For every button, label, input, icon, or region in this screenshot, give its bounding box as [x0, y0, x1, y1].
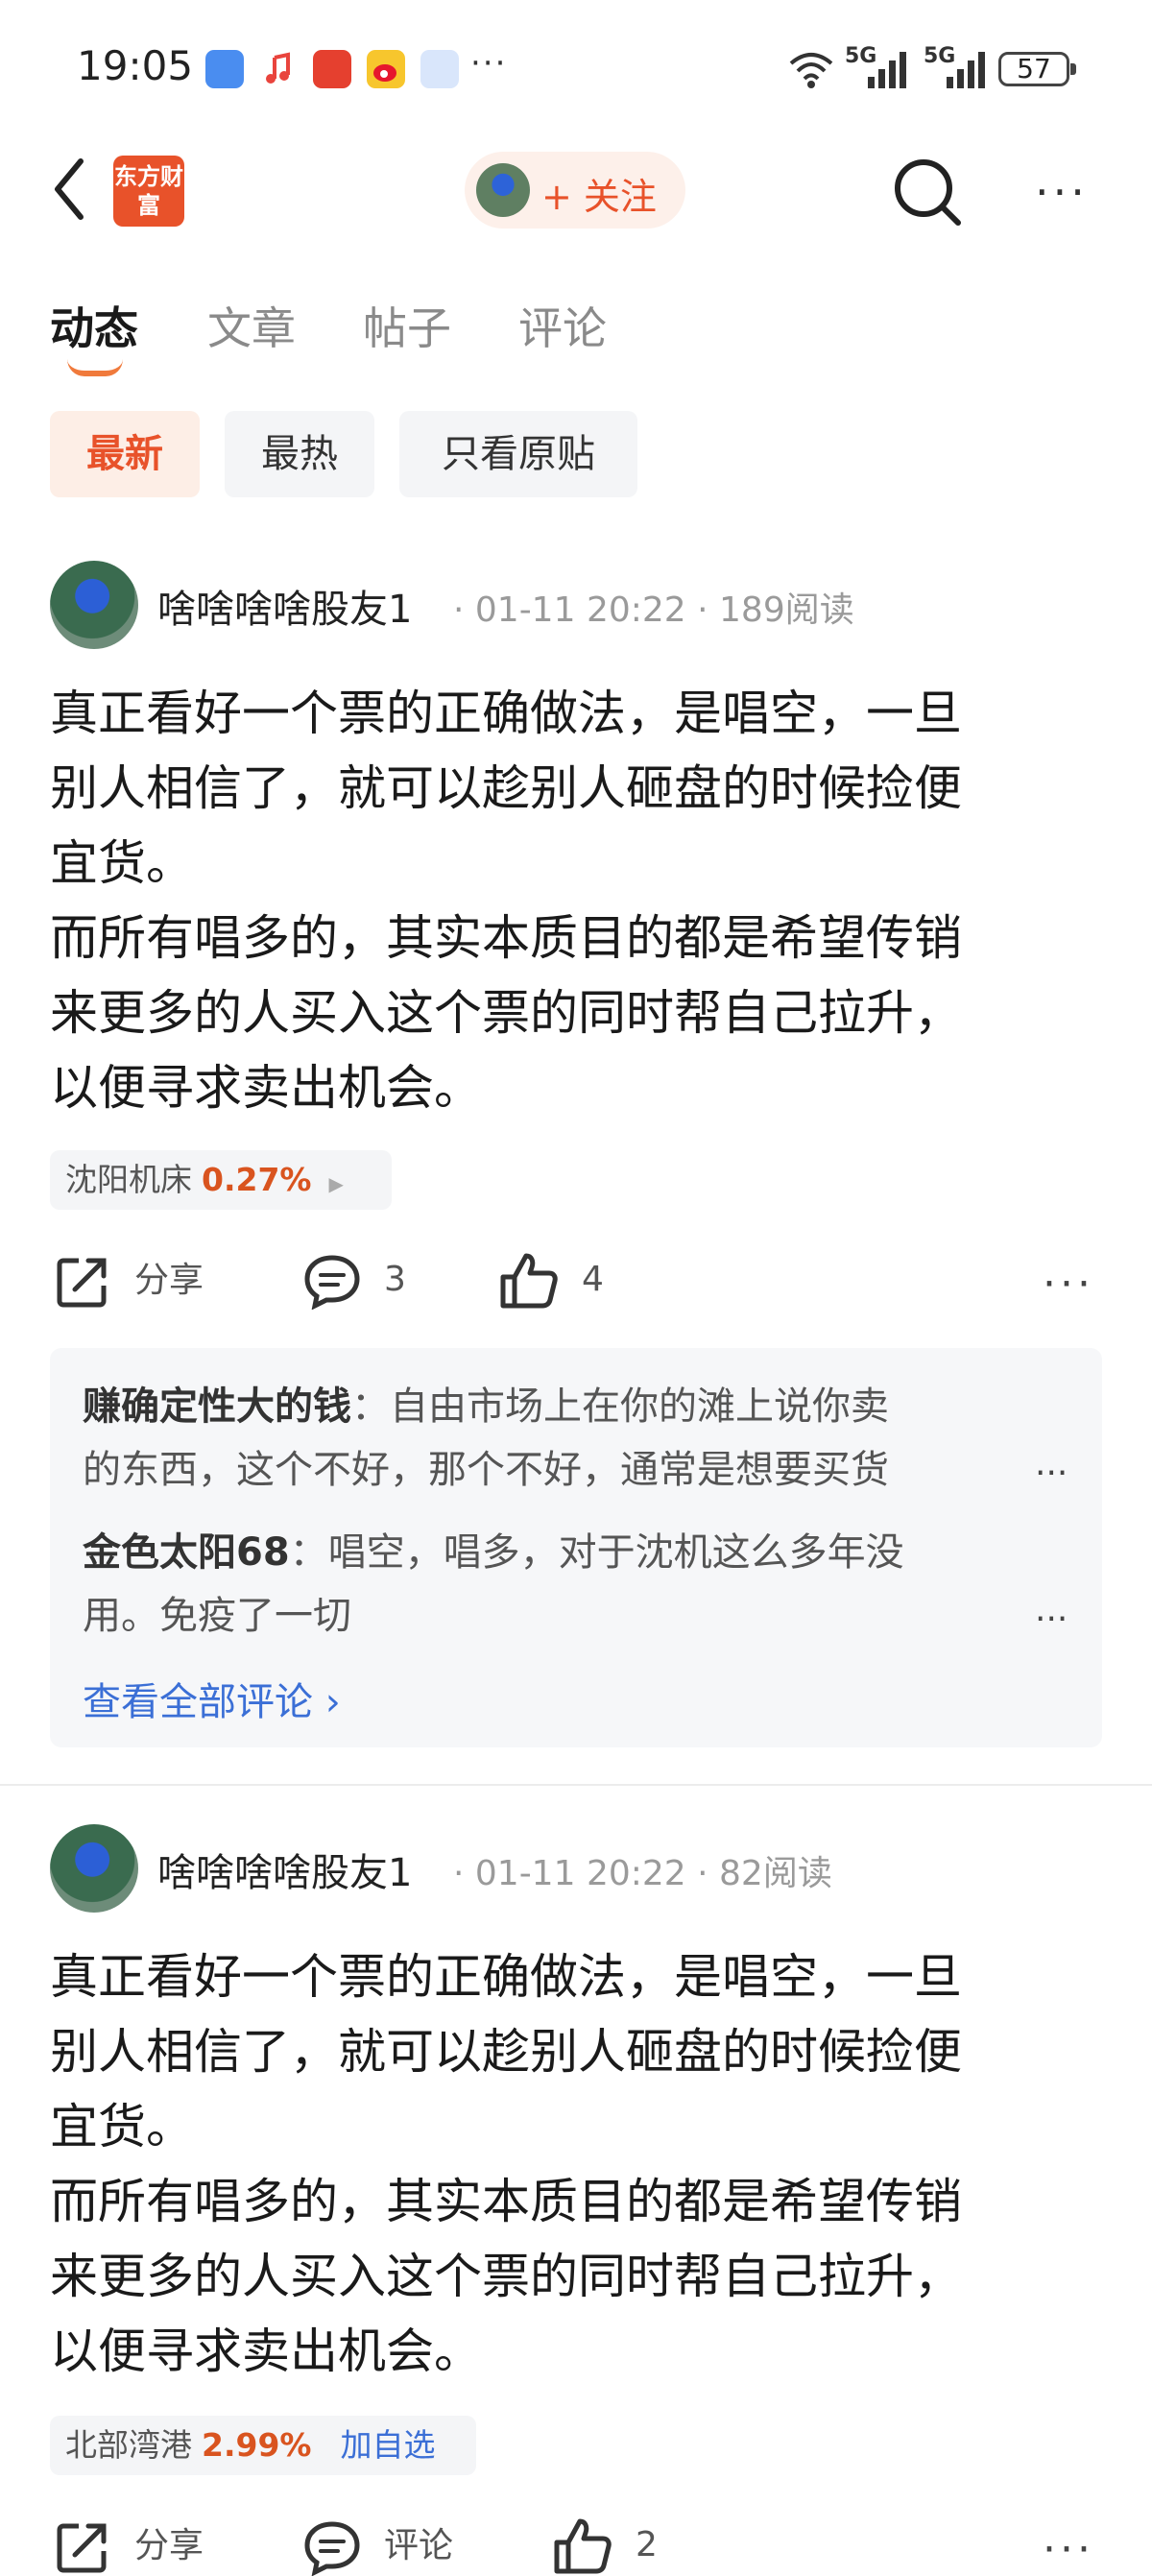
like-count: 4 — [582, 1260, 604, 1299]
post-line: 别人相信了，就可以趁别人砸盘的时候捡便 — [50, 2024, 962, 2080]
comment-user[interactable]: 金色太阳68 — [83, 1530, 290, 1575]
signal-icon-2 — [947, 52, 985, 88]
search-icon[interactable] — [891, 156, 964, 229]
post-line: 别人相信了，就可以趁别人砸盘的时候捡便 — [50, 760, 962, 816]
post-more-icon[interactable]: ··· — [1043, 2525, 1094, 2574]
post-line: 真正看好一个票的正确做法，是唱空，一旦 — [50, 1949, 962, 2005]
like-button[interactable]: 2 — [553, 2517, 658, 2575]
more-options-icon[interactable]: ··· — [1035, 170, 1089, 214]
tab-comments[interactable]: 评论 — [518, 294, 607, 357]
post-body[interactable]: 真正看好一个票的正确做法，是唱空，一旦 别人相信了，就可以趁别人砸盘的时候捡便 … — [50, 1939, 1116, 2389]
tab-posts[interactable]: 帖子 — [363, 294, 451, 357]
post-line: 以便寻求卖出机会。 — [50, 2323, 482, 2379]
comment-ellipsis: ... — [1035, 1590, 1068, 1629]
stock-tag[interactable]: 北部湾港 2.99% 加自选 — [50, 2416, 476, 2475]
follow-label: + 关注 — [541, 176, 657, 218]
thumbs-up-icon — [500, 1253, 558, 1309]
comment-text: ：唱空，唱多，对于沈机这么多年没 — [289, 1530, 904, 1575]
thumbs-up-icon — [554, 2518, 612, 2574]
comment-user[interactable]: 赚确定性大的钱 — [83, 1384, 351, 1429]
comment-text-cont: 用。免疫了一切 — [83, 1594, 351, 1638]
comment-item[interactable]: 金色太阳68：唱空，唱多，对于沈机这么多年没 用。免疫了一切 — [83, 1521, 1043, 1648]
post-author[interactable]: 啥啥啥啥股友1 — [157, 578, 412, 634]
comment-item[interactable]: 赚确定性大的钱：自由市场上在你的滩上说你卖 的东西，这个不好，那个不好，通常是想… — [83, 1375, 1043, 1502]
filter-latest[interactable]: 最新 — [50, 411, 200, 497]
post-line: 而所有唱多的，其实本质目的都是希望传销 — [50, 910, 962, 966]
share-label: 分享 — [134, 1261, 204, 1300]
post-avatar[interactable] — [50, 561, 138, 649]
comment-label: 评论 — [384, 2526, 454, 2565]
post-body[interactable]: 真正看好一个票的正确做法，是唱空，一旦 别人相信了，就可以趁别人砸盘的时候捡便 … — [50, 676, 1116, 1125]
comment-count: 3 — [384, 1260, 406, 1299]
view-all-comments-link[interactable]: 查看全部评论 › — [83, 1671, 341, 1726]
post-line: 来更多的人买入这个票的同时帮自己拉升， — [50, 2249, 962, 2304]
wifi-icon — [789, 53, 833, 88]
comment-button[interactable]: 评论 — [303, 2517, 453, 2576]
post-avatar[interactable] — [50, 1824, 138, 1913]
weibo-icon — [367, 50, 405, 88]
music-icon — [259, 50, 298, 88]
post-author[interactable]: 啥啥啥啥股友1 — [157, 1842, 412, 1897]
eastmoney-logo: 东方财富 — [113, 156, 184, 227]
stock-change: 2.99% — [202, 2426, 312, 2464]
stock-name: 北部湾港 — [65, 2426, 192, 2464]
battery-indicator: 57 — [998, 52, 1076, 86]
add-watchlist-link[interactable]: 加自选 — [341, 2426, 436, 2464]
tab-articles[interactable]: 文章 — [207, 294, 296, 357]
like-count: 2 — [636, 2525, 658, 2564]
post-line: 而所有唱多的，其实本质目的都是希望传销 — [50, 2174, 962, 2229]
user-avatar — [476, 163, 530, 217]
post-meta: · 01-11 20:22 · 189阅读 — [453, 590, 854, 630]
post-more-icon[interactable]: ··· — [1043, 1260, 1094, 1309]
stock-name: 沈阳机床 — [65, 1161, 192, 1198]
cloud-face-icon — [420, 50, 459, 88]
post-line: 宜货。 — [50, 2099, 194, 2155]
post-divider — [0, 1784, 1152, 1786]
comment-ellipsis: ... — [1035, 1444, 1068, 1483]
share-icon — [57, 2523, 107, 2573]
tab-dynamics[interactable]: 动态 — [50, 294, 138, 357]
follow-button[interactable]: + 关注 — [465, 152, 685, 229]
like-button[interactable]: 4 — [499, 1252, 604, 1310]
filter-original-only[interactable]: 只看原贴 — [399, 411, 637, 497]
share-button[interactable]: 分享 — [54, 2517, 204, 2576]
post-line: 以便寻求卖出机会。 — [50, 1060, 482, 1116]
comment-preview: 赚确定性大的钱：自由市场上在你的滩上说你卖 的东西，这个不好，那个不好，通常是想… — [50, 1348, 1102, 1747]
share-button[interactable]: 分享 — [54, 1252, 204, 1311]
post-line: 真正看好一个票的正确做法，是唱空，一旦 — [50, 686, 962, 741]
comment-text: ：自由市场上在你的滩上说你卖 — [351, 1384, 889, 1429]
comment-text-cont: 的东西，这个不好，那个不好，通常是想要买货 — [83, 1448, 889, 1492]
post-meta: · 01-11 20:22 · 82阅读 — [453, 1854, 832, 1893]
cloud-app-icon — [205, 50, 244, 88]
back-arrow-icon[interactable] — [50, 156, 88, 223]
status-more-dots: ··· — [470, 44, 508, 83]
stock-arrow-icon: ▶ — [328, 1172, 344, 1195]
signal-icon-1 — [868, 52, 906, 88]
status-time: 19:05 — [77, 42, 194, 89]
filter-hottest[interactable]: 最热 — [225, 411, 374, 497]
stock-change: 0.27% — [202, 1161, 312, 1198]
comment-icon — [304, 2521, 360, 2576]
share-label: 分享 — [134, 2526, 204, 2565]
share-icon — [57, 1258, 107, 1308]
active-tab-indicator — [67, 359, 123, 376]
comment-button[interactable]: 3 — [303, 1252, 406, 1310]
post-line: 来更多的人买入这个票的同时帮自己拉升， — [50, 985, 962, 1041]
stock-tag[interactable]: 沈阳机床 0.27% ▶ — [50, 1150, 392, 1210]
shopping-app-icon — [313, 50, 351, 88]
post-line: 宜货。 — [50, 835, 194, 891]
comment-icon — [304, 1255, 360, 1310]
